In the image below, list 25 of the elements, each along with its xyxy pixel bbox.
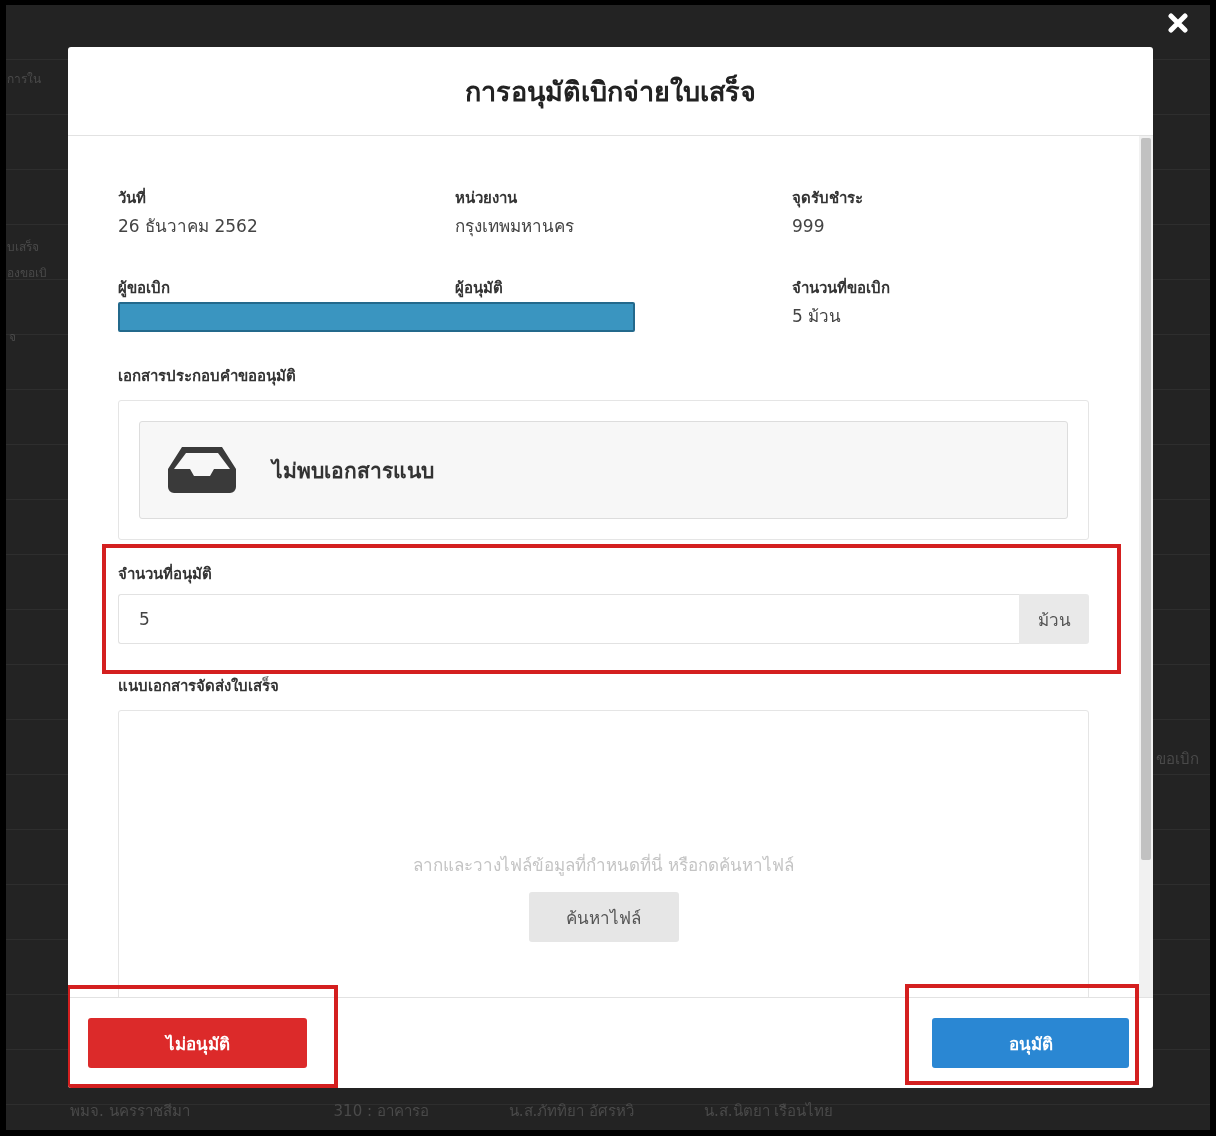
field-label: ผู้อนุมัติ [455, 278, 504, 300]
field-label: แนบเอกสารจัดส่งใบเสร็จ [118, 675, 280, 697]
drop-hint: ลากและวางไฟล์ข้อมูลที่กำหนดที่นี่ หรือกดค้นหาไฟล์ [412, 852, 795, 878]
field-label: หน่วยงาน [455, 188, 518, 209]
field-label: จุดรับชำระ [792, 188, 864, 210]
drop-zone[interactable]: ลากและวางไฟล์ข้อมูลที่กำหนดที่นี่ หรือกดค้นหาไฟล์ ค้นหาไฟล์ [118, 710, 1089, 997]
field-label: จำนวนที่ขอเบิก [792, 276, 891, 299]
scrollbar[interactable] [1139, 136, 1153, 997]
section-label: เอกสารประกอบคำขออนุมัติ [118, 366, 297, 388]
field-value: 999 [792, 215, 826, 238]
field-value: 26 ธันวาคม 2562 [118, 215, 259, 238]
unit-label: ม้วน [1019, 594, 1089, 644]
browse-button[interactable]: ค้นหาไฟล์ [528, 892, 679, 942]
modal-title: การอนุมัติเบิกจ่ายใบเสร็จ [465, 73, 756, 111]
field-label: จำนวนที่อนุมัติ [118, 562, 213, 586]
approve-button[interactable]: อนุมัติ [932, 1018, 1129, 1068]
close-icon[interactable] [1168, 13, 1188, 33]
field-value: กรุงเทพมหานคร [455, 215, 575, 239]
field-label: ผู้ขอเบิก [118, 278, 171, 300]
inbox-icon [168, 447, 236, 493]
quantity-field[interactable]: 5 [118, 594, 1019, 644]
reject-button[interactable]: ไม่อนุมัติ [88, 1018, 307, 1068]
empty-message: ไม่พบเอกสารแนบ [272, 457, 434, 485]
field-value: 5 ม้วน [792, 305, 843, 328]
field-label: วันที่ [118, 186, 147, 209]
